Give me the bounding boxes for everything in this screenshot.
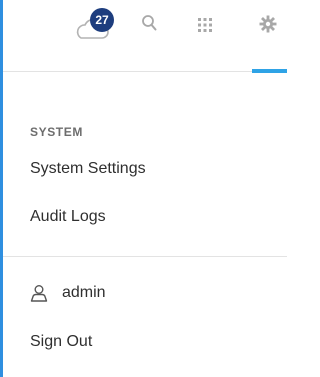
settings-dropdown-panel: 27 SYSTEM System Settings Audit Logs adm… (0, 0, 287, 377)
apps-grid-icon[interactable] (198, 18, 212, 32)
sign-out-button[interactable]: Sign Out (30, 333, 92, 351)
toolbar-divider (3, 71, 287, 72)
section-label-system: SYSTEM (30, 125, 83, 139)
user-icon (30, 285, 48, 302)
search-icon[interactable] (141, 14, 157, 32)
settings-active-indicator (252, 69, 287, 73)
menu-item-system-settings[interactable]: System Settings (30, 160, 146, 178)
gear-icon[interactable] (259, 15, 277, 33)
menu-item-audit-logs[interactable]: Audit Logs (30, 208, 106, 226)
notification-badge[interactable]: 27 (90, 8, 114, 32)
user-name: admin (62, 284, 106, 301)
top-toolbar (3, 0, 287, 72)
menu-divider (3, 256, 287, 257)
user-row[interactable]: admin (30, 282, 106, 304)
